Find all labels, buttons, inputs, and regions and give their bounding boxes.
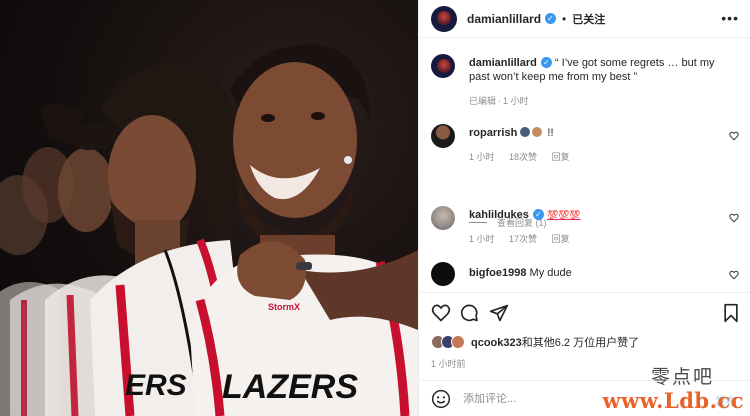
bookmark-icon[interactable] xyxy=(721,303,741,323)
comments-list: damianlillard ✓ “ I’ve got some regrets …… xyxy=(419,40,750,292)
author-username[interactable]: damianlillard xyxy=(467,12,541,26)
comment-item: roparrish !! 1 小时 18次赞 回复 xyxy=(431,124,741,164)
caption-time: 1 小时 xyxy=(503,96,529,106)
following-button[interactable]: 已关注 xyxy=(572,11,605,27)
comment-likes[interactable]: 18次赞 xyxy=(509,152,537,162)
post-timestamp: 1 小时前 xyxy=(431,359,466,369)
header-separator: • xyxy=(562,11,567,26)
comment-username[interactable]: kahlildukes xyxy=(469,209,529,221)
verified-badge-icon: ✓ xyxy=(540,57,552,68)
caption-edited: 已编辑 xyxy=(469,96,497,106)
comment-meta: 1 小时 17次赞 回复 xyxy=(469,232,582,245)
commenter-avatar[interactable] xyxy=(431,206,455,230)
post-photo[interactable]: ERS LAZERS StormX xyxy=(0,0,418,416)
comment-time: 1 小时 xyxy=(469,234,495,244)
post-detail-panel: damianlillard ✓ • 已关注 ••• damianlillard ✓… xyxy=(418,0,750,416)
emoji-smiley-icon[interactable] xyxy=(431,389,451,409)
comment-text-block: roparrish !! xyxy=(469,126,719,140)
liker-username[interactable]: qcook323 xyxy=(471,337,522,349)
svg-text:StormX: StormX xyxy=(268,302,300,312)
comment-meta: 1 小时 18次赞 回复 xyxy=(469,150,582,163)
like-heart-icon[interactable] xyxy=(431,303,451,323)
comment-item: bigfoe1998 My dude xyxy=(431,262,741,292)
caption-meta: 已编辑 · 1 小时 xyxy=(469,96,529,106)
author-avatar[interactable] xyxy=(431,5,457,32)
verified-badge-icon: ✓ xyxy=(545,13,557,24)
share-paper-plane-icon[interactable] xyxy=(489,303,509,323)
caption-text-block: damianlillard ✓ “ I’ve got some regrets …… xyxy=(469,56,719,84)
action-bar xyxy=(419,292,750,332)
comment-username[interactable]: roparrish xyxy=(469,127,517,139)
comment-box: 发布 xyxy=(419,380,750,416)
more-dots-icon[interactable]: ••• xyxy=(721,11,739,25)
comment-text: !! xyxy=(547,127,554,139)
liker-avatar xyxy=(451,335,465,349)
likes-text: qcook323和其他6.2 万位用户赞了 xyxy=(471,337,640,349)
speaking-head-emoji-icon xyxy=(520,127,531,137)
reply-button[interactable]: 回复 xyxy=(552,234,570,244)
hundred-points-emoji: 💯💯💯 xyxy=(546,210,581,220)
post-comment-button[interactable]: 发布 xyxy=(715,393,737,409)
comment-text: My dude xyxy=(529,267,572,279)
comment-text-block: bigfoe1998 My dude xyxy=(469,266,719,280)
svg-text:ERS: ERS xyxy=(125,369,187,402)
comment-bubble-icon[interactable] xyxy=(459,303,479,323)
caption-username[interactable]: damianlillard xyxy=(469,57,537,69)
basketball-team-photo: ERS LAZERS StormX xyxy=(0,44,418,416)
comment-input[interactable] xyxy=(463,392,663,405)
reply-button[interactable]: 回复 xyxy=(552,152,570,162)
verified-badge-icon: ✓ xyxy=(532,209,544,220)
ear-emoji-icon xyxy=(532,127,543,137)
comment-text-block: kahlildukes ✓ 💯💯💯 xyxy=(469,208,719,222)
svg-text:LAZERS: LAZERS xyxy=(222,368,358,406)
caption-row: damianlillard ✓ “ I’ve got some regrets …… xyxy=(431,54,741,110)
commenter-avatar[interactable] xyxy=(431,124,455,148)
likes-summary[interactable]: qcook323和其他6.2 万位用户赞了 xyxy=(431,333,639,351)
comment-time: 1 小时 xyxy=(469,152,495,162)
comment-likes[interactable]: 17次赞 xyxy=(509,234,537,244)
commenter-avatar[interactable] xyxy=(431,262,455,286)
caption-avatar[interactable] xyxy=(431,54,455,78)
like-heart-icon[interactable] xyxy=(729,131,739,141)
post-header: damianlillard ✓ • 已关注 ••• xyxy=(419,0,750,38)
comment-item: kahlildukes ✓ 💯💯💯 1 小时 17次赞 回复 xyxy=(431,206,741,246)
comment-username[interactable]: bigfoe1998 xyxy=(469,267,526,279)
like-heart-icon[interactable] xyxy=(729,213,739,223)
like-heart-icon[interactable] xyxy=(729,270,739,280)
